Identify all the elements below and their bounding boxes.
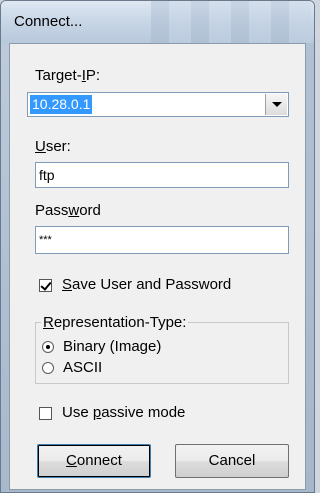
title-bar[interactable]: Connect... <box>1 1 314 43</box>
connect-dialog: Connect... Target-IP: 10.28.0.1 User: ft… <box>0 0 315 493</box>
target-ip-label: Target-IP: <box>35 67 100 84</box>
connect-button-access-key: C <box>66 452 77 469</box>
user-label-access-key: U <box>35 138 46 155</box>
window-border <box>306 43 314 492</box>
representation-type-access-key: R <box>43 314 54 331</box>
target-ip-value: 10.28.0.1 <box>30 95 93 114</box>
user-input[interactable]: ftp <box>35 162 289 188</box>
save-credentials-checkbox[interactable] <box>39 279 52 292</box>
save-credentials-text: ave User and Password <box>72 276 232 293</box>
password-label-text: Pass <box>35 202 69 219</box>
cancel-button[interactable]: Cancel <box>175 444 289 478</box>
password-label-access-key: w <box>68 202 80 219</box>
password-label: Password <box>35 202 101 219</box>
password-label-text-end: ord <box>79 202 101 219</box>
user-value: ftp <box>39 167 55 183</box>
connect-button-text: onnect <box>76 452 122 469</box>
password-input[interactable]: *** <box>35 226 289 254</box>
passive-mode-label[interactable]: Use passive mode <box>62 404 185 421</box>
passive-mode-text: Use <box>62 404 93 421</box>
save-credentials-access-key: S <box>62 276 73 293</box>
representation-type-label: Representation-Type: <box>41 314 189 331</box>
user-label: User: <box>35 138 71 155</box>
target-ip-label-text: Target- <box>35 67 82 84</box>
window-title: Connect... <box>14 13 83 30</box>
save-credentials-label[interactable]: Save User and Password <box>62 276 231 293</box>
user-label-text: ser: <box>45 138 71 155</box>
title-bar-glass <box>151 1 311 43</box>
passive-mode-access-key: p <box>92 404 102 421</box>
connect-button[interactable]: Connect <box>37 444 151 478</box>
binary-option-label[interactable]: Binary (Image) <box>63 338 161 355</box>
ascii-radio[interactable] <box>42 362 54 374</box>
target-ip-label-text-end: P: <box>85 67 101 84</box>
passive-mode-checkbox[interactable] <box>39 407 52 420</box>
representation-type-text: epresentation-Type: <box>53 314 187 331</box>
ascii-option-label[interactable]: ASCII <box>63 359 102 376</box>
chevron-down-icon[interactable] <box>265 94 287 115</box>
passive-mode-text-end: assive mode <box>101 404 186 421</box>
target-ip-combobox[interactable]: 10.28.0.1 <box>27 92 289 117</box>
password-value: *** <box>39 234 52 246</box>
binary-radio[interactable] <box>42 341 54 353</box>
